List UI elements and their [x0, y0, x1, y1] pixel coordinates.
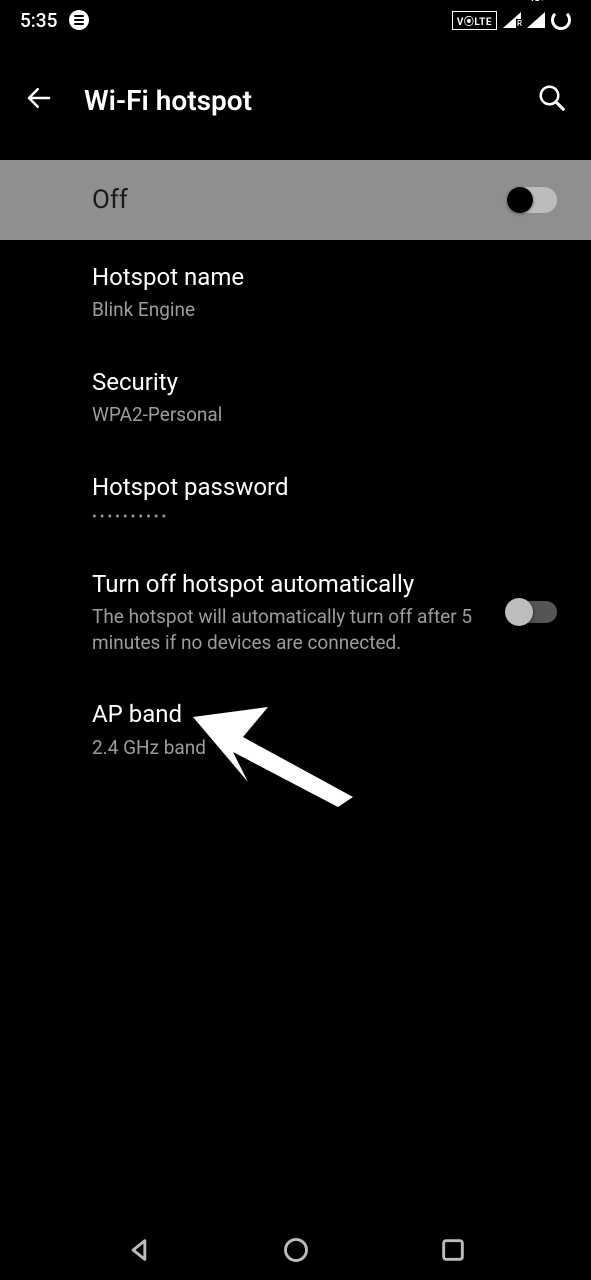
item-title: Security — [92, 367, 557, 398]
status-time: 5:35 — [20, 9, 57, 32]
hotspot-master-switch[interactable] — [507, 187, 557, 213]
item-title: Hotspot name — [92, 262, 557, 293]
item-sub: 2.4 GHz band — [92, 735, 557, 761]
hotspot-password-item[interactable]: Hotspot password •••••••••• — [92, 450, 557, 547]
arrow-left-icon — [24, 83, 54, 113]
nav-home-button[interactable] — [282, 1236, 310, 1268]
hotspot-state-label: Off — [92, 185, 507, 215]
circle-home-icon — [282, 1236, 310, 1264]
auto-off-switch[interactable] — [507, 601, 557, 623]
page-title: Wi-Fi hotspot — [84, 84, 507, 117]
signal-icon-2: 4G+ — [527, 12, 545, 28]
nav-back-button[interactable] — [125, 1236, 153, 1268]
security-item[interactable]: Security WPA2-Personal — [92, 345, 557, 450]
notification-icon — [69, 10, 89, 30]
ap-band-item[interactable]: AP band 2.4 GHz band — [92, 677, 557, 782]
auto-off-item[interactable]: Turn off hotspot automatically The hotsp… — [92, 547, 557, 677]
status-bar: 5:35 V⦿LTE R 4G+ — [0, 0, 591, 40]
item-sub: The hotspot will automatically turn off … — [92, 604, 482, 655]
item-title: Turn off hotspot automatically — [92, 569, 507, 600]
hotspot-name-item[interactable]: Hotspot name Blink Engine — [92, 240, 557, 345]
triangle-back-icon — [125, 1236, 153, 1264]
navigation-bar — [0, 1224, 591, 1280]
volte-icon: V⦿LTE — [452, 11, 497, 30]
switch-knob — [507, 187, 533, 213]
signal-icon-1: R — [503, 12, 521, 28]
app-bar: Wi-Fi hotspot — [0, 40, 591, 160]
search-icon — [537, 83, 567, 113]
hotspot-master-toggle-row[interactable]: Off — [0, 160, 591, 240]
switch-knob — [505, 598, 533, 626]
item-title: AP band — [92, 699, 557, 730]
password-masked: •••••••••• — [92, 509, 557, 525]
square-recents-icon — [439, 1236, 467, 1264]
search-button[interactable] — [537, 83, 567, 117]
item-sub: Blink Engine — [92, 297, 557, 323]
loading-spinner-icon — [551, 10, 571, 30]
item-sub: WPA2-Personal — [92, 402, 557, 428]
nav-recents-button[interactable] — [439, 1236, 467, 1268]
back-button[interactable] — [24, 83, 54, 117]
item-title: Hotspot password — [92, 472, 557, 503]
settings-list: Hotspot name Blink Engine Security WPA2-… — [0, 240, 591, 782]
